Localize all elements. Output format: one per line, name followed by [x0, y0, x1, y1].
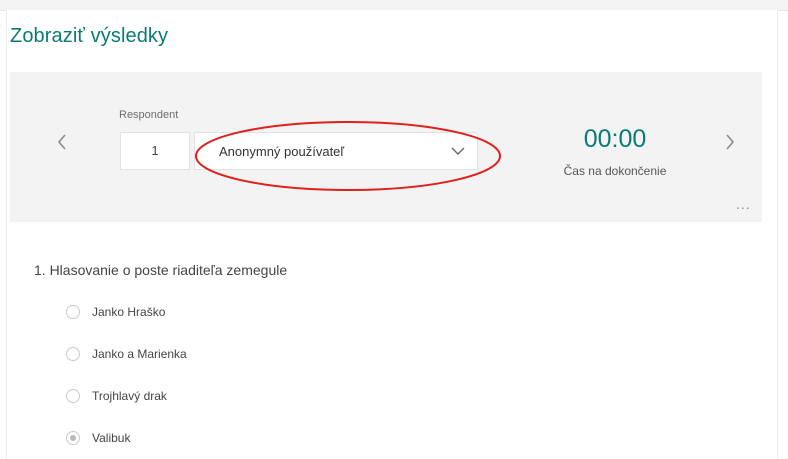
radio-button[interactable]: [66, 389, 80, 403]
completion-time-value: 00:00: [583, 125, 647, 153]
radio-selected-dot: [70, 435, 76, 441]
completion-time-label: Čas na dokončenie: [563, 164, 667, 178]
option-janko-a-marienka[interactable]: Janko a Marienka: [66, 344, 187, 364]
question-title: 1. Hlasovanie o poste riaditeľa zemegule: [34, 262, 288, 278]
radio-button-selected[interactable]: [66, 431, 80, 445]
respondent-number-field[interactable]: 1: [120, 132, 190, 170]
chevron-left-icon: [57, 134, 66, 150]
radio-button[interactable]: [66, 347, 80, 361]
option-janko-hrasko[interactable]: Janko Hraško: [66, 302, 165, 322]
previous-respondent-button[interactable]: [50, 122, 74, 162]
option-label: Janko a Marienka: [92, 347, 187, 361]
option-label: Valibuk: [92, 431, 131, 445]
chevron-down-icon: [451, 147, 465, 155]
radio-button[interactable]: [66, 305, 80, 319]
option-label: Janko Hraško: [92, 305, 166, 319]
respondent-label: Respondent: [119, 109, 179, 121]
respondent-dropdown[interactable]: Anonymný používateľ: [194, 132, 478, 170]
page-title: Zobraziť výsledky: [10, 25, 169, 47]
respondent-bar: Respondent 1 Anonymný používateľ 00:00 Č…: [10, 72, 762, 222]
option-label: Trojhlavý drak: [92, 389, 167, 403]
next-respondent-button[interactable]: [718, 122, 742, 162]
more-options-button[interactable]: ...: [736, 196, 751, 212]
option-trojhlavy-drak[interactable]: Trojhlavý drak: [66, 386, 167, 406]
option-valibuk[interactable]: Valibuk: [66, 428, 130, 448]
respondent-dropdown-value: Anonymný používateľ: [219, 143, 345, 159]
chevron-right-icon: [726, 134, 735, 150]
